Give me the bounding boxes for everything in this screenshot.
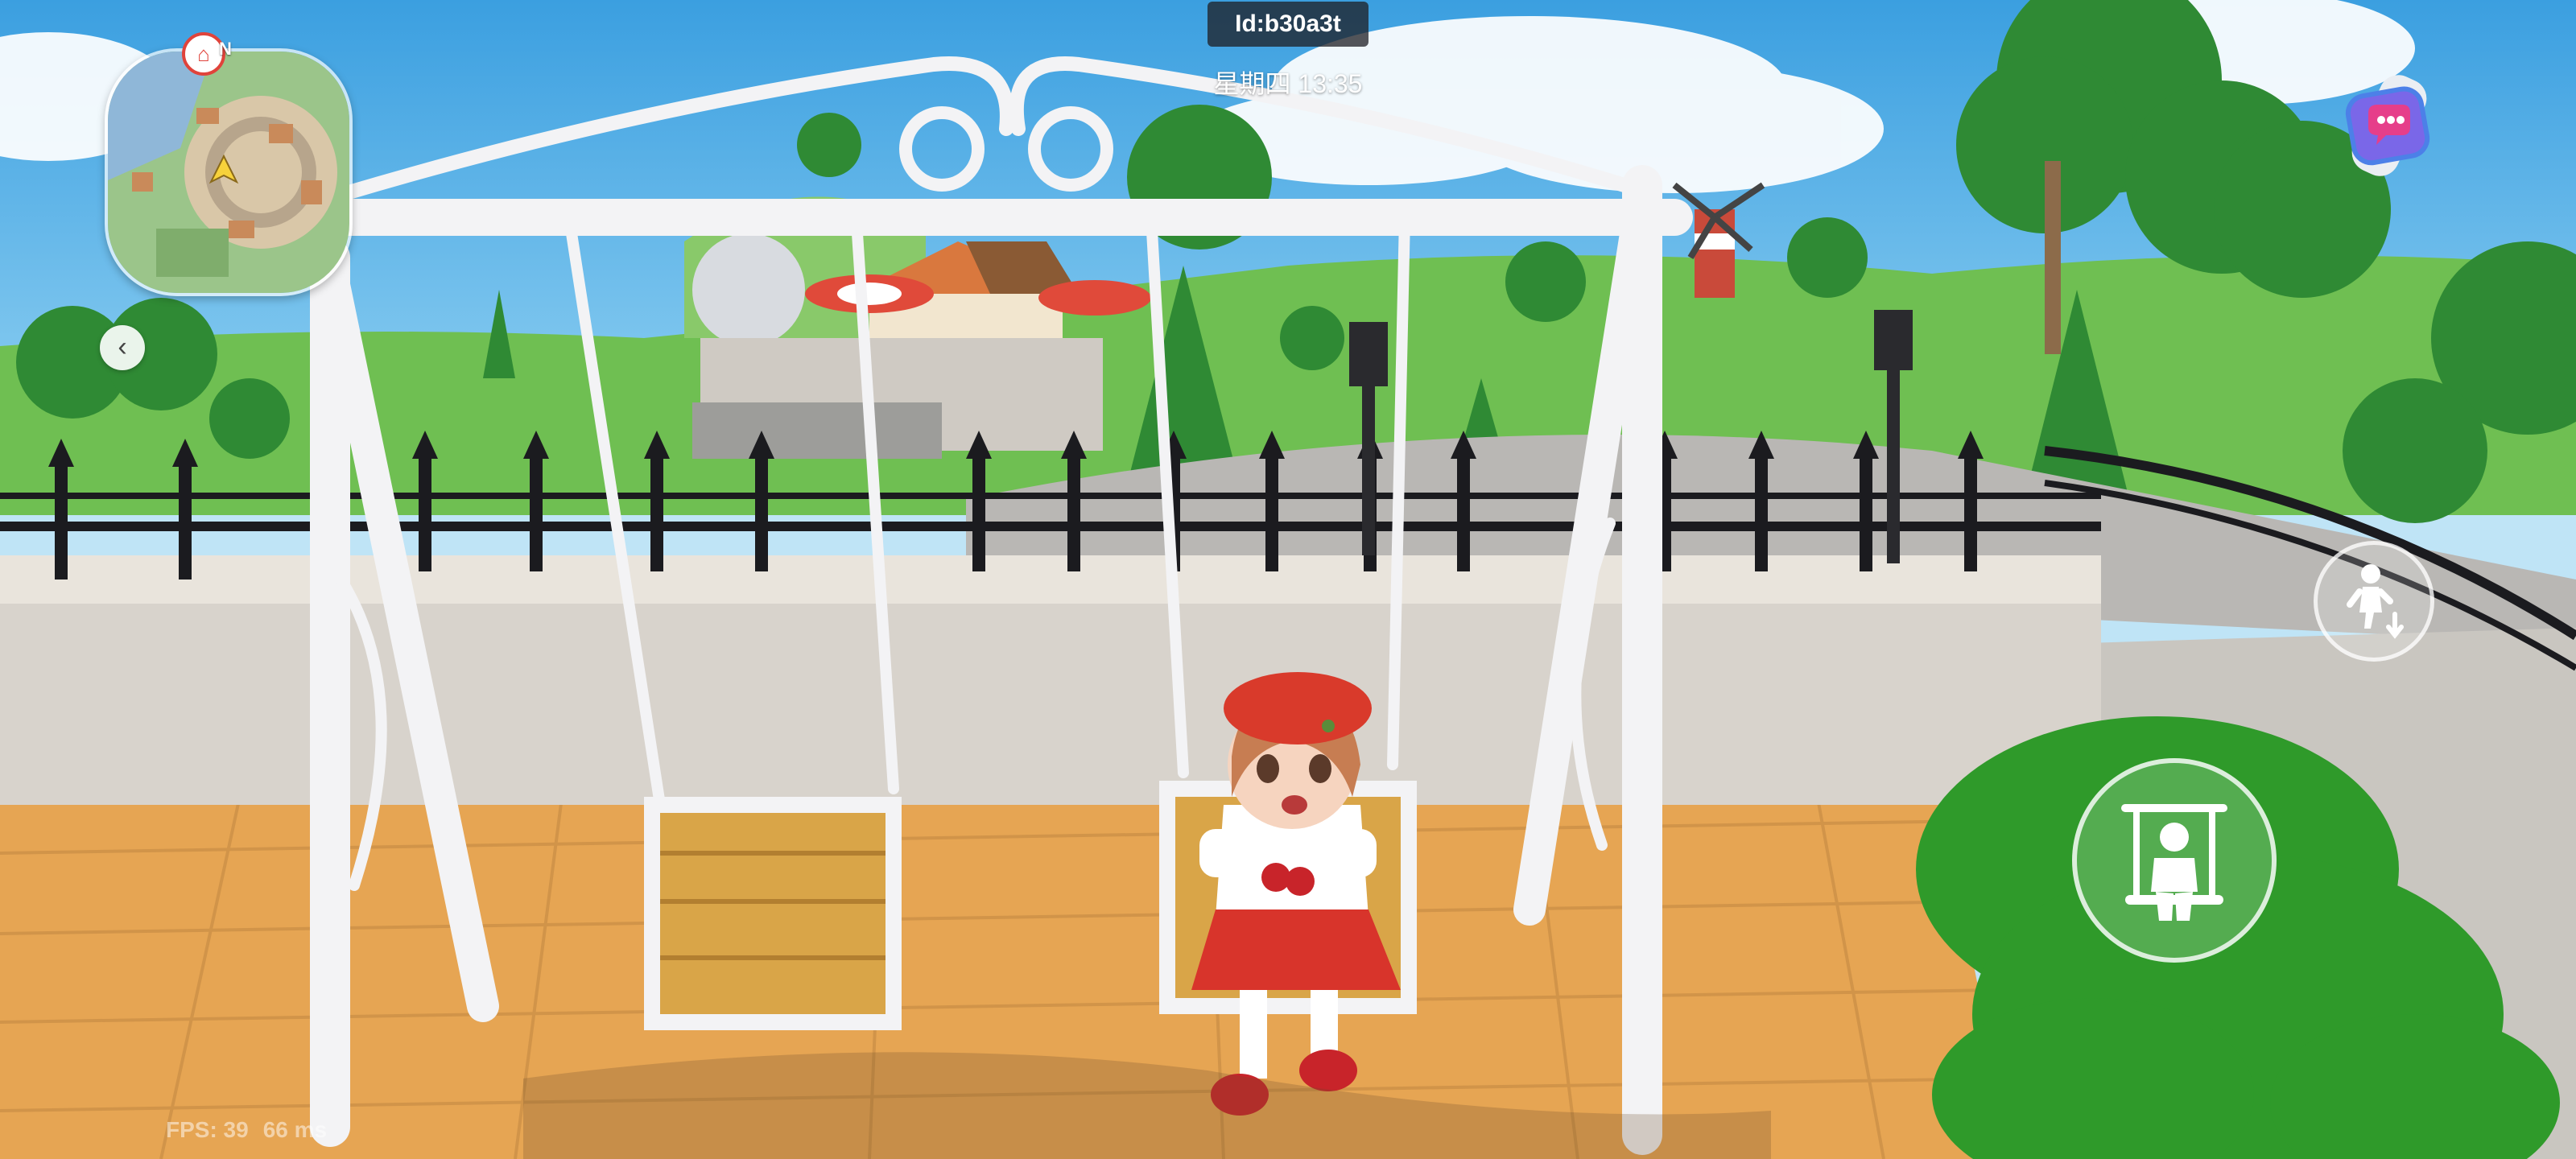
rock — [692, 233, 805, 346]
game-scene[interactable]: ⌂ N Id:b30a3t 星期四 13:35 ‹ FPS: 39 66 ms — [0, 0, 2576, 1159]
game-clock: 星期四 13:35 — [1213, 69, 1363, 98]
compass-north-label: N — [219, 39, 232, 59]
player-marker-icon — [208, 154, 239, 184]
back-button[interactable]: ‹ — [100, 325, 145, 370]
fps-counter: FPS: 39 66 ms — [166, 1117, 341, 1143]
ping-value: 66 ms — [262, 1117, 328, 1142]
chat-watch-icon — [2345, 75, 2430, 176]
swing-icon — [2121, 804, 2227, 921]
swing-action-button[interactable] — [2072, 758, 2277, 963]
tree-trunk — [2045, 161, 2061, 354]
scene-art — [0, 0, 2576, 1159]
fps-value: FPS: 39 — [166, 1117, 249, 1142]
chevron-left-icon: ‹ — [118, 332, 127, 362]
player-id-label[interactable]: Id:b30a3t — [1208, 2, 1368, 47]
chat-button[interactable] — [2333, 69, 2446, 182]
dismount-figure-icon — [2347, 564, 2404, 639]
dismount-button[interactable] — [2314, 541, 2434, 662]
